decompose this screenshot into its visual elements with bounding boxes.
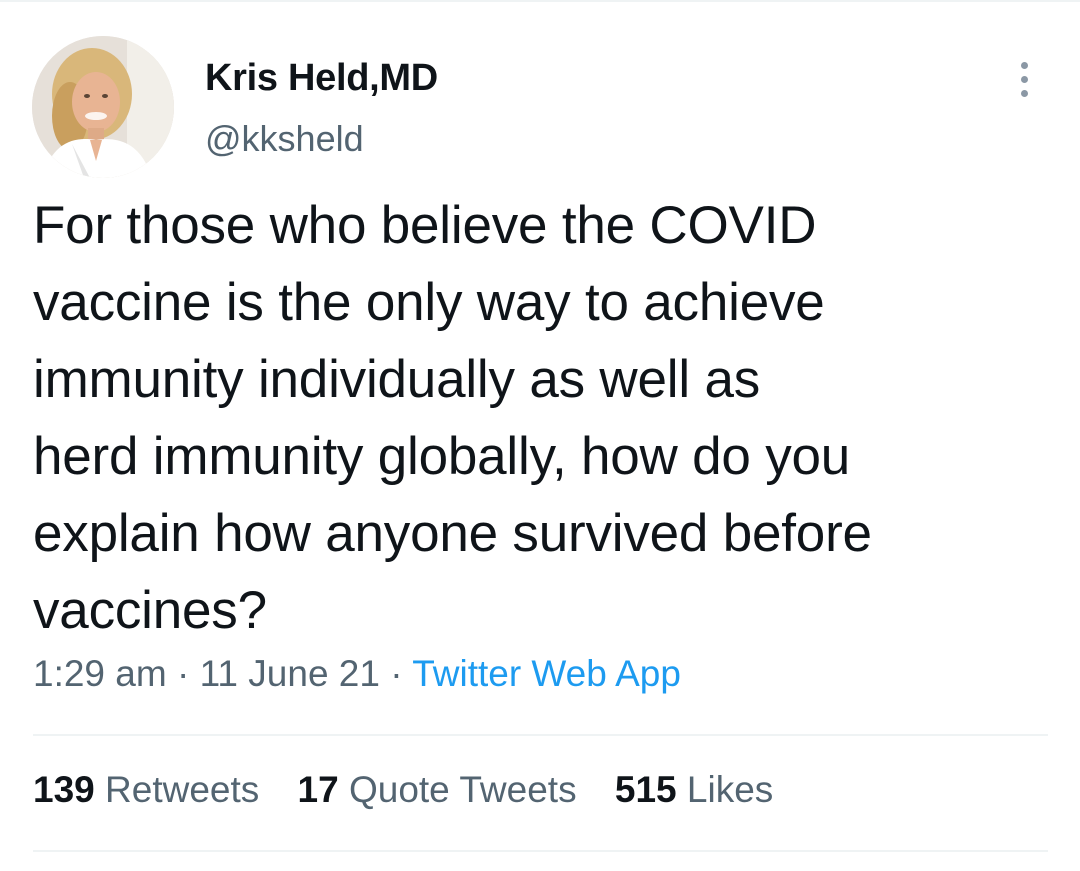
retweets-count: 139: [33, 769, 95, 810]
author-handle[interactable]: @kksheld: [205, 118, 364, 160]
tweet-text-line: For those who believe the COVID: [33, 196, 817, 255]
retweets-label: Retweets: [105, 769, 260, 810]
meta-separator: ·: [176, 653, 190, 694]
more-vertical-icon[interactable]: [1005, 56, 1045, 102]
tweet-text-line: immunity individually as well as: [33, 350, 761, 409]
quote-tweets-stat[interactable]: 17 Quote Tweets: [298, 769, 577, 811]
tweet-text-line: herd immunity globally, how do you: [33, 427, 851, 486]
top-divider: [0, 0, 1080, 2]
divider: [33, 850, 1048, 852]
profile-photo: [32, 36, 174, 178]
tweet-text: For those who believe the COVID vaccine …: [33, 187, 1043, 649]
divider: [33, 734, 1048, 736]
tweet-source-link[interactable]: Twitter Web App: [412, 653, 681, 694]
tweet-text-line: vaccine is the only way to achieve: [33, 273, 825, 332]
quote-tweets-label: Quote Tweets: [348, 769, 577, 810]
likes-label: Likes: [686, 769, 774, 810]
author-display-name[interactable]: Kris Held,MD: [205, 57, 438, 100]
tweet-metadata: 1:29 am · 11 June 21 · Twitter Web App: [33, 653, 681, 695]
tweet-text-line: vaccines?: [33, 581, 267, 640]
tweet-date[interactable]: 11 June 21: [200, 653, 380, 694]
tweet-text-line: explain how anyone survived before: [33, 504, 872, 563]
likes-stat[interactable]: 515 Likes: [615, 769, 773, 811]
engagement-stats: 139 Retweets 17 Quote Tweets 515 Likes: [33, 769, 801, 811]
likes-count: 515: [614, 769, 677, 810]
meta-separator: ·: [390, 653, 403, 694]
retweets-stat[interactable]: 139 Retweets: [33, 769, 259, 811]
quote-tweets-count: 17: [297, 769, 339, 810]
tweet-time[interactable]: 1:29 am: [33, 653, 167, 694]
avatar[interactable]: [32, 36, 174, 178]
